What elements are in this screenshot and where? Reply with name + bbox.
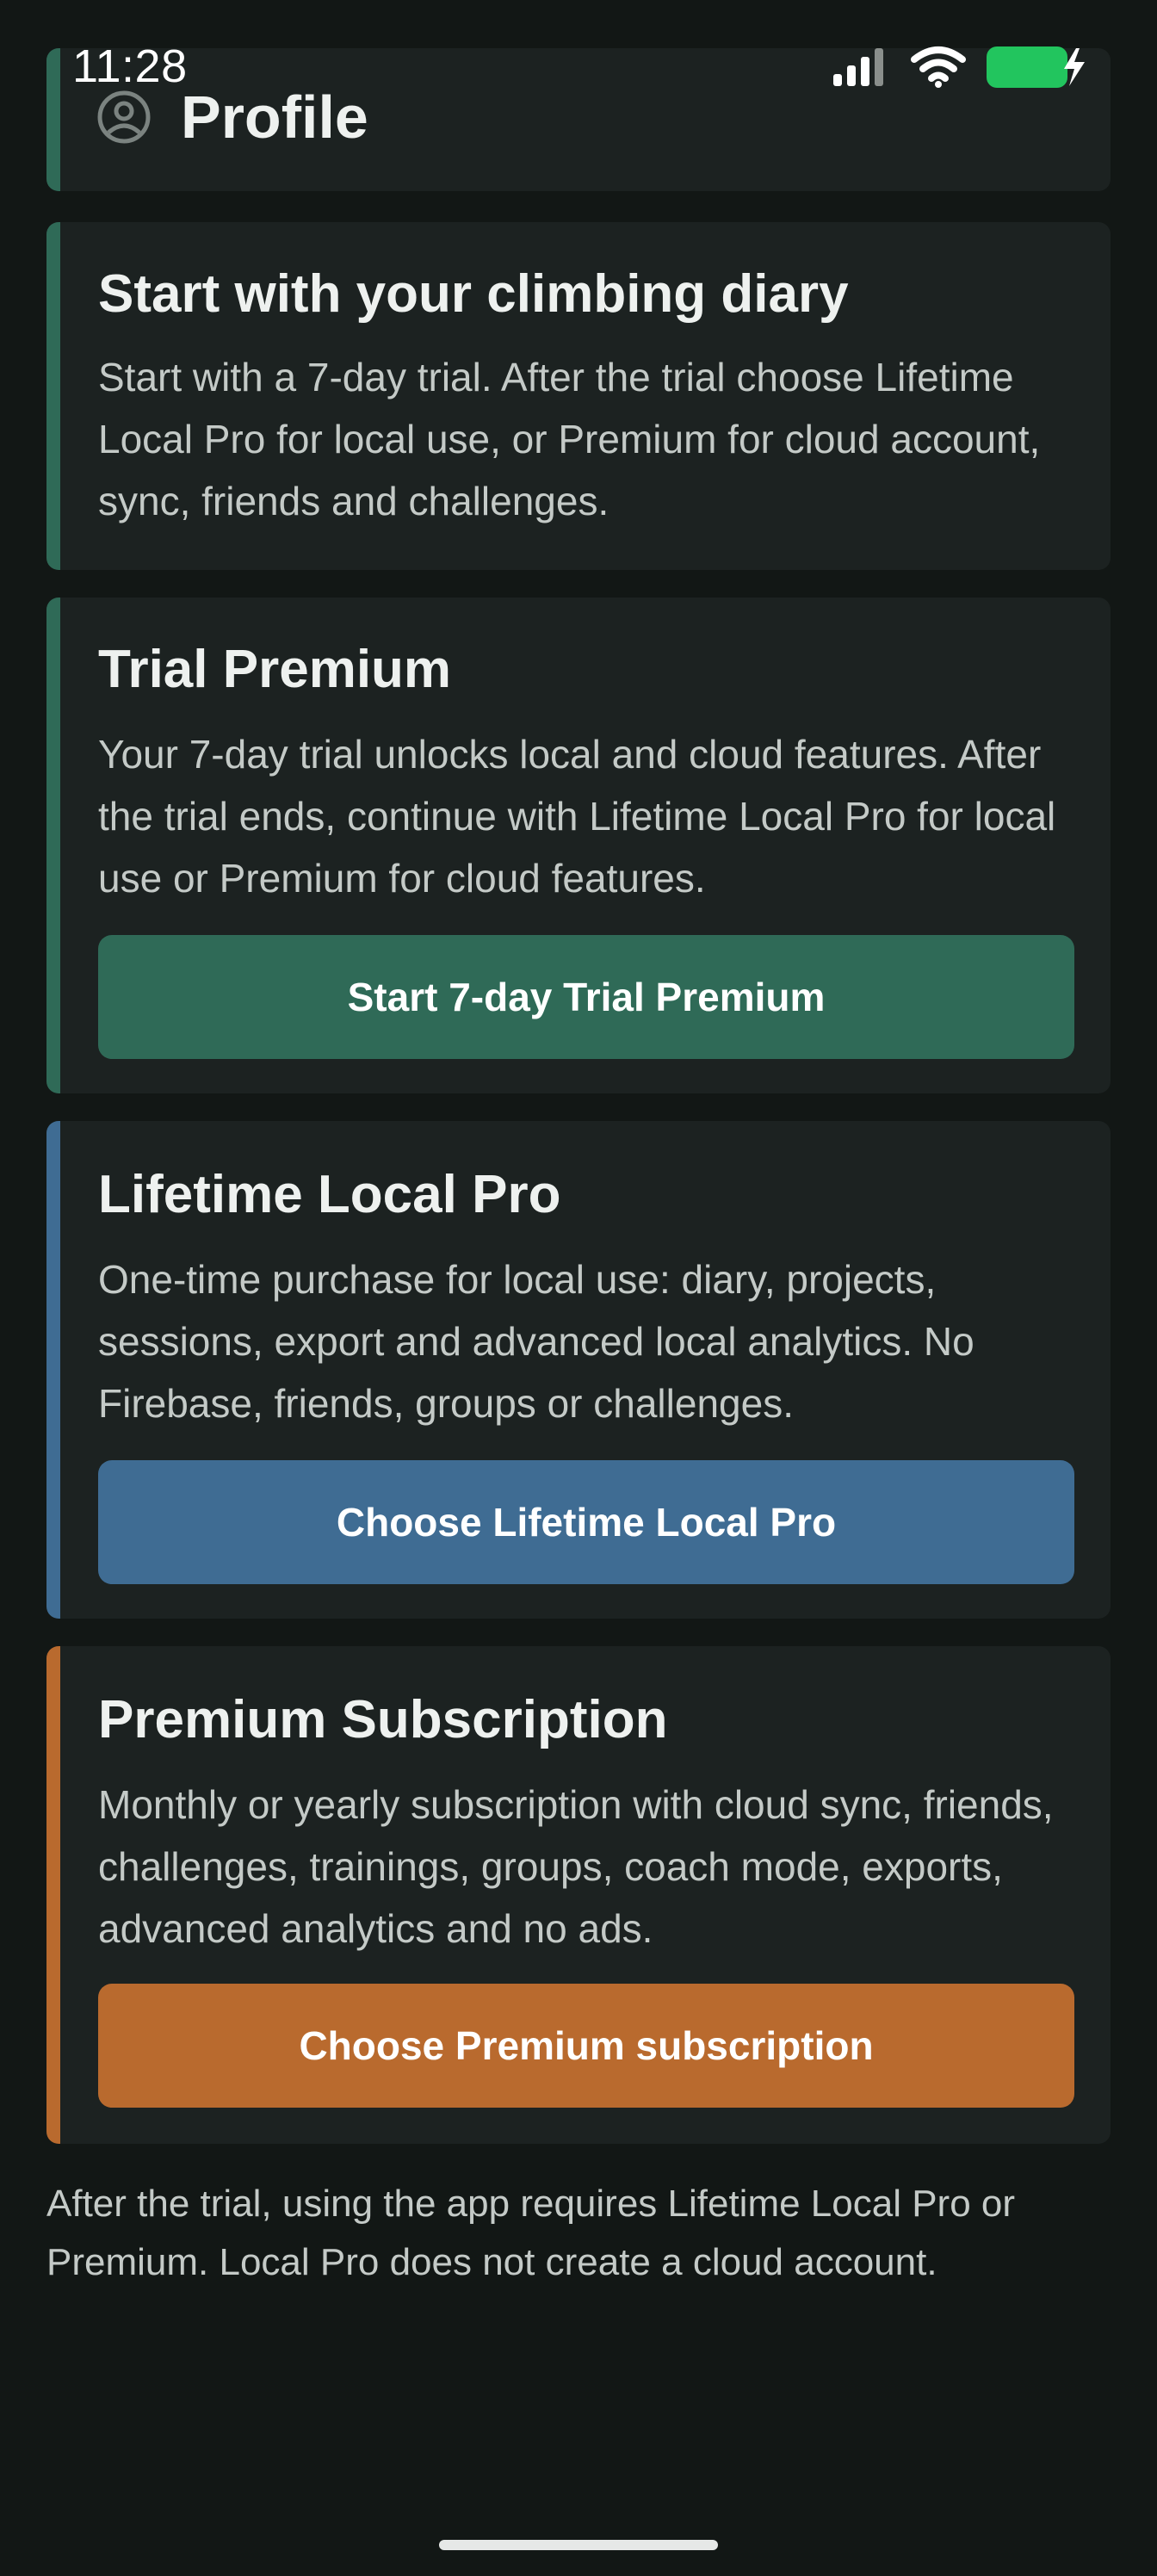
- accent-bar: [46, 598, 60, 1093]
- accent-bar: [46, 1121, 60, 1619]
- intro-card: Start with your climbing diary Start wit…: [46, 222, 1111, 570]
- premium-subscription-body: Monthly or yearly subscription with clou…: [98, 1782, 1054, 1951]
- intro-card-title: Start with your climbing diary: [98, 264, 849, 324]
- trial-premium-body: Your 7-day trial unlocks local and cloud…: [98, 732, 1056, 901]
- lifetime-local-pro-card: Lifetime Local Pro One-time purchase for…: [46, 1121, 1111, 1619]
- status-bar: 11:28: [0, 34, 1157, 103]
- wifi-icon: [911, 46, 966, 88]
- accent-bar: [46, 222, 60, 570]
- status-icons: [832, 43, 1088, 91]
- premium-subscription-card: Premium Subscription Monthly or yearly s…: [46, 1646, 1111, 2144]
- start-trial-button[interactable]: Start 7-day Trial Premium: [98, 935, 1074, 1059]
- choose-premium-subscription-button[interactable]: Choose Premium subscription: [98, 1984, 1074, 2108]
- lifetime-local-pro-title: Lifetime Local Pro: [98, 1165, 561, 1224]
- trial-premium-card: Trial Premium Your 7-day trial unlocks l…: [46, 598, 1111, 1093]
- accent-bar: [46, 1646, 60, 2144]
- premium-subscription-title: Premium Subscription: [98, 1690, 668, 1749]
- status-time: 11:28: [72, 40, 188, 92]
- lifetime-local-pro-body: One-time purchase for local use: diary, …: [98, 1257, 974, 1426]
- choose-lifetime-local-pro-button[interactable]: Choose Lifetime Local Pro: [98, 1460, 1074, 1584]
- intro-card-body: Start with a 7-day trial. After the tria…: [98, 355, 1041, 523]
- footer-note: After the trial, using the app requires …: [46, 2183, 1016, 2283]
- battery-charging-icon: [987, 46, 1085, 88]
- trial-premium-title: Trial Premium: [98, 640, 452, 699]
- home-indicator[interactable]: [439, 2540, 718, 2550]
- signal-icon: [833, 48, 883, 86]
